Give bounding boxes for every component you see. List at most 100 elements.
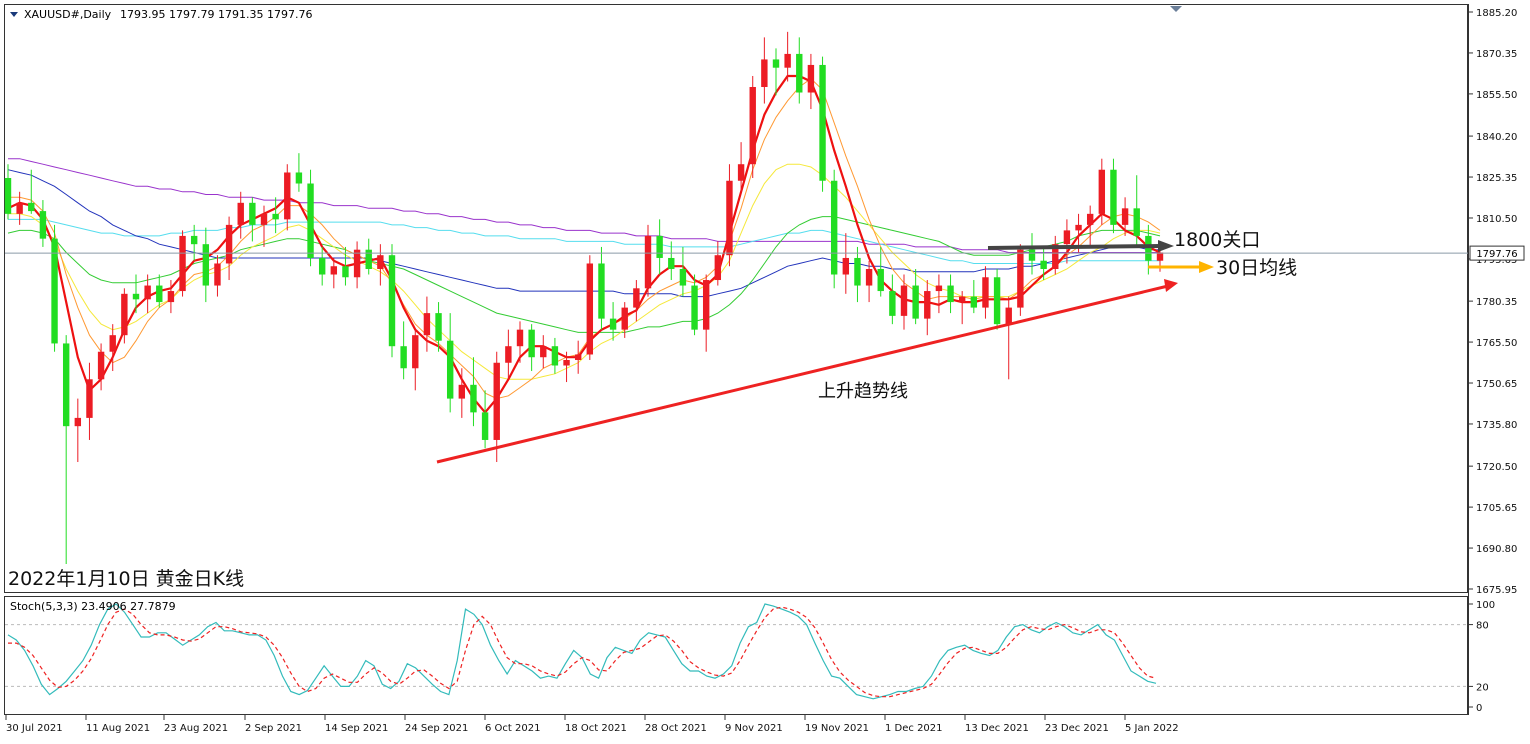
candle bbox=[993, 268, 1001, 330]
candle-body bbox=[691, 285, 698, 330]
candle-body bbox=[970, 296, 978, 308]
candle-body bbox=[458, 384, 466, 399]
symbol-label: XAUUSD#,Daily bbox=[24, 8, 112, 21]
candle-body bbox=[435, 313, 442, 341]
stoch-tick-label: 100 bbox=[1476, 600, 1495, 611]
candle-body bbox=[598, 263, 605, 319]
date-tick-label: 1 Dec 2021 bbox=[885, 723, 943, 734]
candle-body bbox=[86, 379, 93, 418]
candle-body bbox=[202, 244, 210, 286]
candle-body bbox=[761, 59, 768, 88]
candle-body bbox=[16, 202, 23, 214]
date-tick-label: 13 Dec 2021 bbox=[965, 723, 1029, 734]
candle-body bbox=[947, 285, 954, 303]
stoch-axis: 100 80 20 0 bbox=[1468, 600, 1495, 714]
ma30-label: 30日均线 bbox=[1216, 257, 1297, 279]
candle-body bbox=[284, 172, 291, 220]
candle-body bbox=[563, 359, 570, 366]
date-tick-label: 18 Oct 2021 bbox=[565, 723, 627, 734]
price-tick-label: 1690.80 bbox=[1476, 544, 1517, 555]
candle-body bbox=[993, 277, 1001, 325]
candle-body bbox=[214, 263, 221, 286]
candle-body bbox=[505, 346, 512, 363]
candle-body bbox=[353, 249, 361, 278]
candle-body bbox=[924, 291, 931, 319]
candle bbox=[388, 244, 396, 358]
candle-body bbox=[493, 362, 500, 440]
date-axis: 30 Jul 2021 11 Aug 2021 23 Aug 2021 2 Sep 2… bbox=[5, 715, 1179, 734]
candle-body bbox=[272, 213, 279, 220]
current-price-label: 1797.76 bbox=[1476, 249, 1517, 260]
candle-body bbox=[388, 255, 396, 347]
price-tick-label: 1825.35 bbox=[1476, 173, 1517, 184]
price-tick-label: 1810.50 bbox=[1476, 214, 1517, 225]
candle-body bbox=[179, 235, 186, 292]
stoch-tick-label: 20 bbox=[1476, 682, 1489, 693]
candle-body bbox=[144, 285, 151, 300]
candle bbox=[819, 56, 826, 192]
candle-body bbox=[702, 280, 710, 330]
candle-body bbox=[423, 313, 431, 336]
price-tick-label: 1720.50 bbox=[1476, 462, 1517, 473]
date-tick-label: 5 Jan 2022 bbox=[1125, 723, 1179, 734]
candle bbox=[830, 169, 838, 289]
price-tick-label: 1705.65 bbox=[1476, 503, 1517, 514]
price-tick-label: 1765.50 bbox=[1476, 338, 1517, 349]
candle-body bbox=[819, 64, 826, 181]
candle-body bbox=[400, 346, 407, 369]
candle-body bbox=[1028, 249, 1036, 261]
candle-body bbox=[784, 53, 791, 68]
candle-body bbox=[609, 318, 617, 330]
candle-body bbox=[865, 268, 873, 286]
candle-body bbox=[621, 307, 628, 330]
candle-body bbox=[842, 257, 850, 275]
candle-body bbox=[516, 329, 524, 347]
price-tick-label: 1885.20 bbox=[1476, 8, 1517, 19]
candle-body bbox=[62, 343, 70, 427]
candle bbox=[749, 75, 756, 178]
stoch-tick-label: 80 bbox=[1476, 621, 1489, 632]
candle-body bbox=[900, 285, 908, 316]
date-tick-label: 11 Aug 2021 bbox=[86, 723, 150, 734]
stoch-header: Stoch(5,3,3) 23.4906 27.7879 bbox=[10, 600, 176, 613]
candle-body bbox=[714, 255, 722, 281]
price-tick-label: 1840.20 bbox=[1476, 132, 1517, 143]
price-tick-label: 1855.50 bbox=[1476, 90, 1517, 101]
candle-body bbox=[1121, 208, 1129, 225]
price-tick-label: 1750.65 bbox=[1476, 379, 1517, 390]
chart-canvas: 1885.20 1870.35 1855.50 1840.20 1825.35 1810.… bbox=[4, 4, 1525, 734]
candle-body bbox=[912, 285, 919, 319]
candle-body bbox=[51, 238, 58, 344]
candle-body bbox=[1086, 213, 1094, 225]
candle bbox=[179, 230, 186, 297]
candle-body bbox=[1133, 208, 1140, 236]
ohlc-values: 1793.95 1797.79 1791.35 1797.76 bbox=[120, 8, 312, 21]
candle-body bbox=[830, 180, 838, 275]
candle-body bbox=[365, 249, 372, 269]
candle bbox=[586, 255, 594, 360]
candle-body bbox=[97, 351, 105, 380]
level-1800-label: 1800关口 bbox=[1174, 229, 1260, 251]
candle-body bbox=[668, 257, 675, 269]
date-tick-label: 14 Sep 2021 bbox=[325, 723, 388, 734]
candle-body bbox=[260, 213, 268, 225]
candle-body bbox=[225, 224, 233, 264]
price-tick-label: 1675.95 bbox=[1476, 585, 1517, 596]
candle-body bbox=[772, 59, 780, 68]
candle-body bbox=[737, 164, 745, 181]
candle-body bbox=[295, 172, 303, 184]
candle-body bbox=[540, 346, 547, 358]
date-tick-label: 30 Jul 2021 bbox=[6, 723, 63, 734]
candle-body bbox=[1005, 307, 1012, 325]
candle-body bbox=[167, 291, 175, 303]
date-tick-label: 28 Oct 2021 bbox=[645, 723, 707, 734]
candle-body bbox=[528, 329, 535, 358]
candle-body bbox=[4, 177, 12, 214]
date-tick-label: 6 Oct 2021 bbox=[485, 723, 540, 734]
date-tick-label: 23 Dec 2021 bbox=[1045, 723, 1109, 734]
candle-body bbox=[633, 288, 640, 308]
candle-body bbox=[807, 64, 815, 93]
candle-body bbox=[318, 257, 326, 275]
price-axis: 1885.20 1870.35 1855.50 1840.20 1825.35 1810.… bbox=[1468, 8, 1517, 596]
level-1800-arrow-line bbox=[987, 244, 1161, 250]
